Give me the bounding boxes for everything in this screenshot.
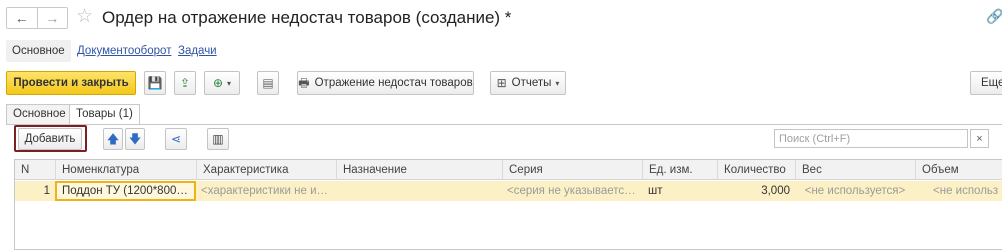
section-tasks-link[interactable]: Задачи [178,40,217,62]
back-arrow-icon[interactable]: ← [7,8,37,28]
cell-n: 1 [43,185,50,197]
printer-icon: 🖶 [298,76,310,90]
column-header-characteristic[interactable]: Характеристика [196,160,336,180]
chevron-down-icon: ▾ [227,78,232,88]
cell-unit[interactable]: шт [642,181,717,201]
reports-label: Отчеты [511,77,552,89]
reports-icon: ⊞ [496,76,507,90]
column-header-volume[interactable]: Объем [915,160,1002,180]
column-header-qty[interactable]: Количество [717,160,795,180]
clear-search-button[interactable]: × [970,129,989,148]
column-header-series[interactable]: Серия [502,160,642,180]
arrow-down-icon: 🡇 [128,132,142,146]
report-structure-button[interactable]: ▤ [257,71,279,95]
close-icon: × [976,132,983,145]
tab-main[interactable]: Основное [6,104,73,124]
create-based-on-button[interactable]: ⊕ ▾ [204,71,240,95]
print-shortage-button[interactable]: 🖶 Отражение недостач товаров [297,71,474,95]
save-button[interactable]: 💾 [144,71,166,95]
cell-purpose[interactable] [336,181,502,201]
barcode-button[interactable]: ▥ [207,128,229,150]
post-button[interactable]: ⇪ [174,71,196,95]
column-header-purpose[interactable]: Назначение [336,160,502,180]
history-nav: ← → [6,7,68,29]
split-line-button[interactable]: ⋖ [165,128,187,150]
section-docflow-link[interactable]: Документооборот [77,40,171,62]
add-button[interactable]: Добавить [18,128,82,150]
star-icon[interactable]: ☆ [76,6,93,28]
barcode-icon: ▥ [212,132,224,146]
search-input[interactable]: Поиск (Ctrl+F) [774,129,968,148]
save-icon: 💾 [147,76,163,90]
cell-item[interactable]: Поддон ТУ (1200*800) 2 ... [55,181,196,201]
forward-arrow-icon[interactable]: → [36,8,68,28]
section-main[interactable]: Основное [6,40,71,62]
table-row[interactable]: 1 Поддон ТУ (1200*800) 2 ... <характерис… [15,181,1002,201]
more-button[interactable]: Еще [970,71,1002,95]
move-down-button[interactable]: 🡇 [125,128,145,150]
print-shortage-label: Отражение недостач товаров [314,77,473,89]
column-header-unit[interactable]: Ед. изм. [642,160,717,180]
goods-table: N Номенклатура Характеристика Назначение… [14,159,1002,250]
chevron-down-icon: ▾ [555,78,560,88]
cell-characteristic[interactable]: <характеристики не испо... [196,181,336,201]
reports-button[interactable]: ⊞ Отчеты ▾ [490,71,566,95]
column-header-n[interactable]: N [15,160,55,180]
post-icon: ⇪ [179,76,191,90]
post-and-close-button[interactable]: Провести и закрыть [6,71,136,95]
table-header: N Номенклатура Характеристика Назначение… [15,160,1002,180]
cell-qty[interactable]: 3,000 [717,181,795,201]
cell-weight: <не используется> [804,185,906,197]
page-title: Ордер на отражение недостач товаров (соз… [102,8,512,27]
cell-volume: <не использ [933,185,999,197]
link-icon[interactable]: 🔗 [986,8,1002,25]
move-up-button[interactable]: 🡅 [103,128,123,150]
tab-goods[interactable]: Товары (1) [69,104,140,125]
share-icon: ⋖ [170,132,182,146]
column-header-item[interactable]: Номенклатура [55,160,196,180]
cell-series[interactable]: <серия не указывается> [502,181,642,201]
column-header-weight[interactable]: Вес [795,160,915,180]
arrow-up-icon: 🡅 [106,132,120,146]
tab-divider [6,124,1002,125]
create-based-on-icon: ⊕ [212,76,224,90]
document-list-icon: ▤ [262,76,274,90]
